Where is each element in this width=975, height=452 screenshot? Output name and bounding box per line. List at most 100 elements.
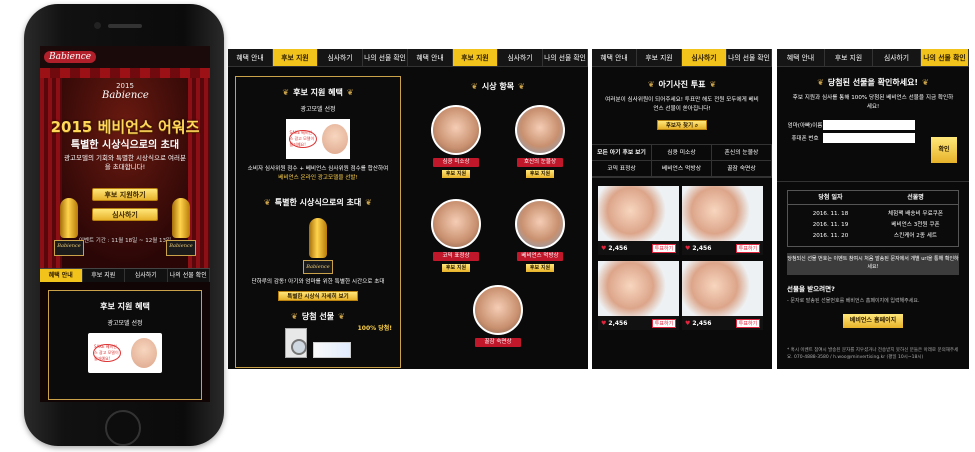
tab-benefits[interactable]: 혜택 안내 bbox=[40, 269, 83, 282]
subtab-smile[interactable]: 심쿵 미소상 bbox=[651, 145, 712, 161]
hero-stage: 2015 Babience 2015 베비언스 어워즈 특별한 시상식으로의 초… bbox=[40, 68, 210, 268]
subtab-eating[interactable]: 베비언스 먹방상 bbox=[651, 161, 712, 177]
brand-logo[interactable]: Babience bbox=[44, 51, 97, 63]
badge-year: 2015 bbox=[116, 82, 134, 90]
support-button[interactable]: 후보 지원 bbox=[442, 264, 470, 272]
tab-my-gift[interactable]: 나의 선물 확인 bbox=[727, 49, 772, 66]
heart-icon: ♥ bbox=[685, 319, 691, 327]
tab-judge[interactable]: 심사하기 bbox=[682, 49, 727, 66]
award-label: 베비언스 먹방상 bbox=[517, 252, 563, 261]
tab-benefits[interactable]: 혜택 안내 bbox=[777, 49, 825, 66]
tab-support[interactable]: 후보 지원 bbox=[825, 49, 873, 66]
homepage-button[interactable]: 베비언스 홈페이지 bbox=[843, 314, 903, 328]
find-candidate-button[interactable]: 후보자 찾기 ⌕ bbox=[656, 120, 708, 130]
ceremony-details-button[interactable]: 특별한 시상식 자세히 보기 bbox=[278, 291, 358, 301]
section-text: 소비자 심사위원 점수 + 베비언스 심사위원 점수를 합산하여 bbox=[247, 166, 389, 172]
section-title: 후보 지원 혜택 bbox=[236, 87, 400, 98]
baby-photo bbox=[431, 199, 481, 249]
subtab-comic[interactable]: 코믹 표정상 bbox=[592, 161, 652, 177]
panel-tabs: 혜택 안내 후보 지원 심사하기 나의 선물 확인 bbox=[228, 49, 408, 67]
tab-my-gift[interactable]: 나의 선물 확인 bbox=[363, 49, 408, 66]
name-input[interactable] bbox=[823, 120, 915, 130]
phone-tabs: 혜택 안내 후보 지원 심사하기 나의 선물 확인 bbox=[40, 268, 210, 282]
trophy-label: Babience bbox=[57, 243, 81, 249]
support-button[interactable]: 후보 지원 bbox=[442, 170, 470, 178]
photo-card[interactable]: ♥ 2,456 투표하기 bbox=[682, 186, 763, 255]
vote-button[interactable]: 투표하기 bbox=[652, 318, 676, 328]
tab-my-gift[interactable]: 나의 선물 확인 bbox=[921, 49, 969, 66]
row-gift: 스킨케어 2종 세트 bbox=[893, 233, 938, 239]
tab-support[interactable]: 후보 지원 bbox=[83, 269, 125, 282]
vote-title: 아기사진 투표 bbox=[592, 79, 772, 90]
table-row: 2016. 11. 20 스킨케어 2종 세트 bbox=[788, 231, 958, 242]
vote-button[interactable]: 투표하기 bbox=[736, 243, 760, 253]
tab-support[interactable]: 후보 지원 bbox=[273, 49, 318, 66]
photo-card[interactable]: ♥ 2,456 투표하기 bbox=[598, 186, 679, 255]
award-item[interactable]: 호신의 눈물상 후보 지원 bbox=[512, 105, 568, 178]
panel-my-gift: 혜택 안내 후보 지원 심사하기 나의 선물 확인 당첨된 선물을 확인하세요!… bbox=[777, 49, 969, 369]
subtab-tears[interactable]: 혼신의 눈물상 bbox=[711, 145, 772, 161]
photo-bar: ♥ 2,456 투표하기 bbox=[682, 241, 763, 255]
section-title: 당첨 선물 bbox=[236, 311, 400, 322]
row-date: 2016. 11. 19 bbox=[812, 222, 849, 228]
benefits-box: 후보 지원 혜택 광고모델 선정 SAKE 베비언스 광고 모델이 될거예요! … bbox=[235, 76, 401, 368]
phone-input[interactable] bbox=[823, 133, 915, 143]
photo-card[interactable]: ♥ 2,456 투표하기 bbox=[682, 261, 763, 330]
gift-check-form: 당첨된 선물을 확인하세요! 후보 지원과 심사를 통해 100% 당첨된 베비… bbox=[777, 67, 969, 182]
row-date: 2016. 11. 20 bbox=[812, 233, 849, 239]
like-count: ♥ 2,456 bbox=[601, 320, 627, 327]
support-button[interactable]: 후보 지원하기 bbox=[92, 188, 158, 201]
gift-set-image bbox=[312, 342, 351, 358]
table-row: 2016. 11. 18 체험팩 배송비 무료쿠폰 bbox=[788, 209, 958, 220]
award-item[interactable]: 베비언스 먹방상 후보 지원 bbox=[512, 199, 568, 272]
like-value: 2,456 bbox=[692, 319, 712, 327]
confirm-button[interactable]: 확인 bbox=[931, 137, 957, 163]
panel-tabs: 혜택 안내 후보 지원 심사하기 나의 선물 확인 bbox=[777, 49, 969, 67]
receive-answer: - 문자로 발송된 선물번호를 베비언스 홈페이지에 입력해주세요. bbox=[787, 298, 920, 304]
badge-brand: Babience bbox=[102, 90, 149, 101]
tab-support[interactable]: 후보 지원 bbox=[637, 49, 682, 66]
photo-card[interactable]: ♥ 2,456 투표하기 bbox=[598, 261, 679, 330]
table-header: 당첨 일자 선물명 bbox=[788, 191, 958, 205]
win-table: 당첨 일자 선물명 2016. 11. 18 체험팩 배송비 무료쿠폰 2016… bbox=[787, 190, 959, 247]
baby-photo bbox=[515, 105, 565, 155]
panel-vote: 혜택 안내 후보 지원 심사하기 나의 선물 확인 아기사진 투표 여러분이 심… bbox=[592, 49, 772, 369]
award-item[interactable]: 코믹 표정상 후보 지원 bbox=[428, 199, 484, 272]
tab-judge[interactable]: 심사하기 bbox=[125, 269, 168, 282]
speech-bubble: SAKE 베비언스 광고 모델이 될거예요! bbox=[93, 344, 121, 362]
judge-button[interactable]: 심사하기 bbox=[92, 208, 158, 221]
model-image: SAKE 베비언스 광고 모델이 될거예요! bbox=[88, 333, 162, 373]
subtab-all[interactable]: 모든 아기 후보 보기 bbox=[592, 145, 652, 161]
panel-tabs: 혜택 안내 후보 지원 심사하기 나의 선물 확인 bbox=[592, 49, 772, 67]
vote-button[interactable]: 투표하기 bbox=[652, 243, 676, 253]
tab-judge[interactable]: 심사하기 bbox=[873, 49, 921, 66]
section-highlight: 베비언스 온라인 광고모델을 선발! bbox=[278, 175, 358, 181]
tab-benefits[interactable]: 혜택 안내 bbox=[408, 49, 453, 66]
gift-check-description: 후보 지원과 심사를 통해 100% 당첨된 베비언스 선물을 지금 확인하세요… bbox=[792, 95, 954, 110]
home-button[interactable] bbox=[105, 410, 141, 446]
receive-info: 선물을 받으려면? - 문자로 발송된 선물번호를 베비언스 홈페이지에 입력해… bbox=[787, 283, 959, 304]
tab-support[interactable]: 후보 지원 bbox=[453, 49, 498, 66]
support-button[interactable]: 후보 지원 bbox=[526, 264, 554, 272]
contact-footnote: * 혹시 이벤트 참여시 발송된 문자를 지우셨거나 전송받지 못하신 분들은 … bbox=[787, 348, 959, 360]
like-count: ♥ 2,456 bbox=[685, 320, 711, 327]
tab-benefits[interactable]: 혜택 안내 bbox=[228, 49, 273, 66]
vote-button[interactable]: 투표하기 bbox=[736, 318, 760, 328]
tab-my-gift[interactable]: 나의 선물 확인 bbox=[168, 269, 210, 282]
award-item[interactable]: 꿀잠 숙면상 bbox=[470, 285, 526, 357]
receive-question: 선물을 받으려면? bbox=[787, 285, 835, 293]
hero-description: 광고모델의 기회와 특별한 시상식으로 여러분을 초대합니다! bbox=[64, 154, 186, 171]
award-item[interactable]: 심쿵 미소상 후보 지원 bbox=[428, 105, 484, 178]
vote-description: 여러분이 심사위원이 되어주세요! 투표만 해도 전원 모두에게 베비언스 선물… bbox=[605, 97, 759, 112]
hero-title: 2015 베비언스 어워즈 bbox=[50, 118, 200, 136]
subtab-sleep[interactable]: 꿀잠 숙면상 bbox=[711, 161, 772, 177]
tab-my-gift[interactable]: 나의 선물 확인 bbox=[543, 49, 588, 66]
baby-photo bbox=[598, 186, 679, 241]
tab-judge[interactable]: 심사하기 bbox=[498, 49, 543, 66]
award-badge: 2015 Babience bbox=[102, 82, 149, 112]
camera-icon bbox=[94, 22, 101, 29]
tab-judge[interactable]: 심사하기 bbox=[318, 49, 363, 66]
support-button[interactable]: 후보 지원 bbox=[526, 170, 554, 178]
phone-header: Babience bbox=[40, 46, 210, 68]
tab-benefits[interactable]: 혜택 안내 bbox=[592, 49, 637, 66]
